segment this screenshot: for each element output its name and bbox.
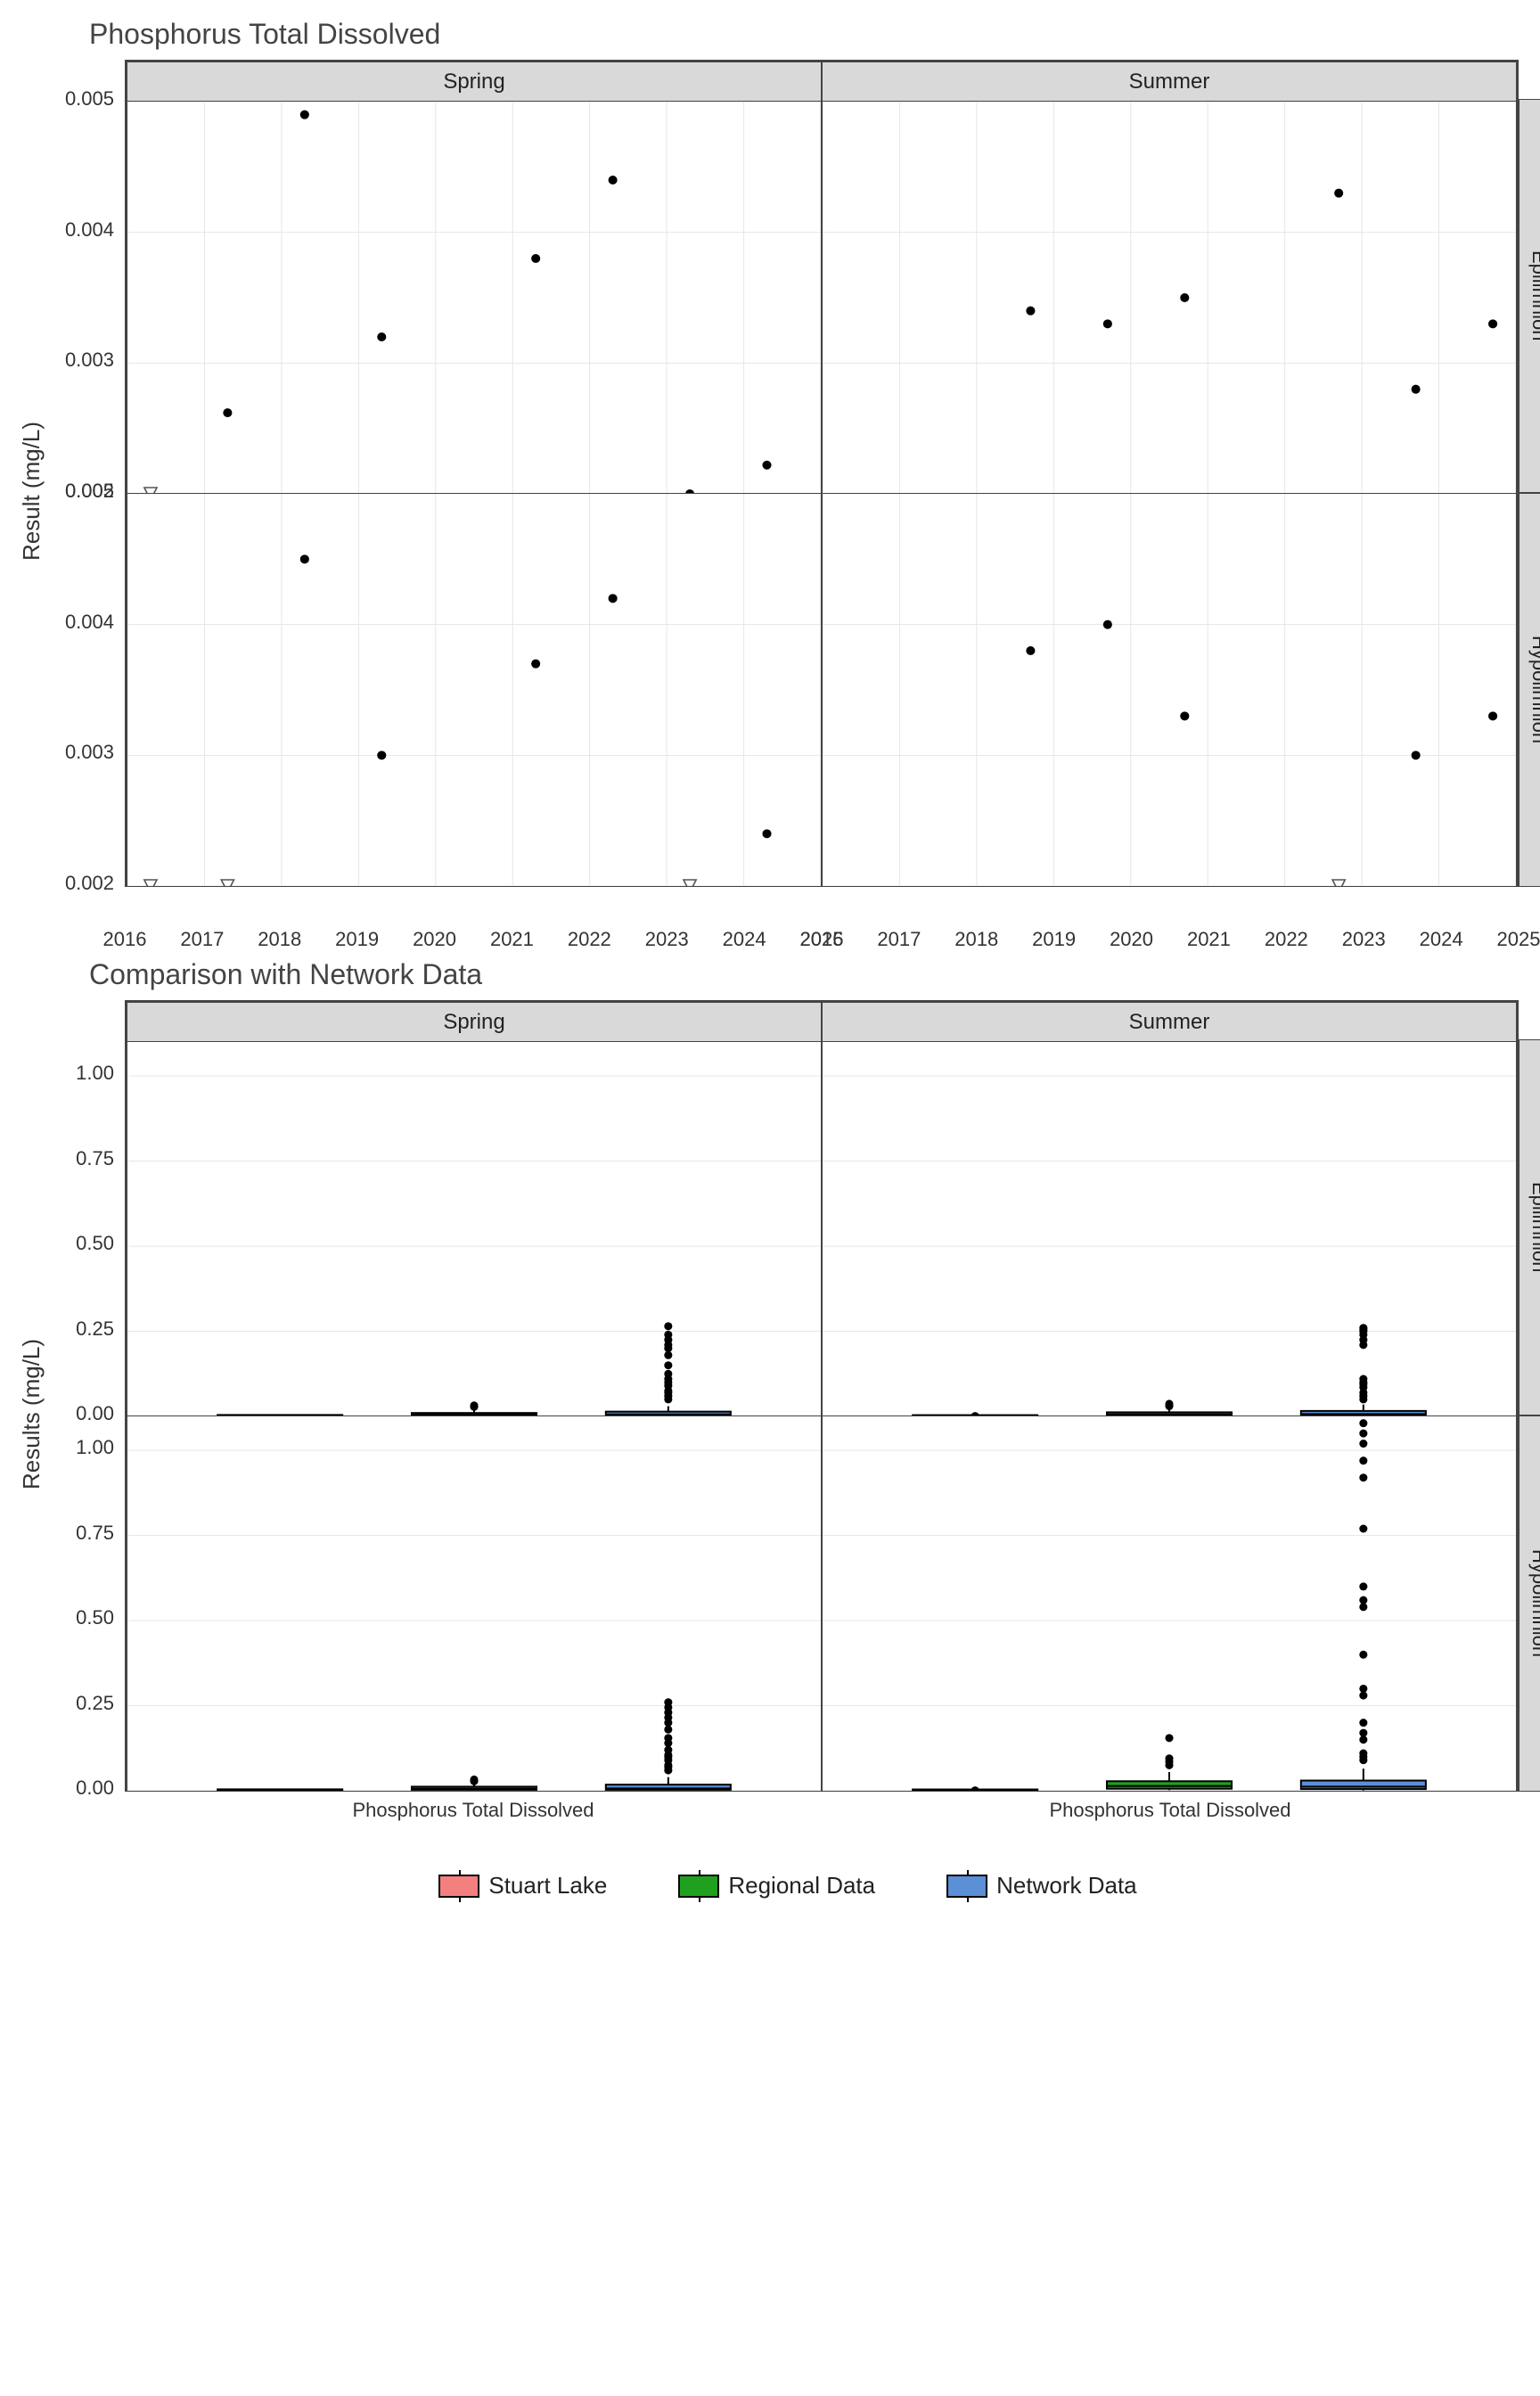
legend-label: Regional Data [728,1872,875,1900]
facet-row-epi: Epilimnion [1519,99,1540,493]
facet2-row-hypo: Hypolimnion [1519,1415,1540,1792]
panel-summer-epi [822,101,1517,495]
legend-item-stuart: Stuart Lake [438,1872,607,1900]
x-cat-label-l: Phosphorus Total Dissolved [352,1799,594,1822]
box-panel-spring-hypo [127,1415,822,1792]
panel-spring-epi [127,101,822,495]
legend-item-network: Network Data [946,1872,1137,1900]
chart-title-2: Comparison with Network Data [89,958,1540,991]
legend-swatch-icon [946,1875,987,1898]
legend-swatch-icon [438,1875,479,1898]
chart-title: Phosphorus Total Dissolved [89,18,1540,51]
facet2-col-spring: Spring [127,1002,822,1043]
chart-phosphorus-timeseries: Phosphorus Total Dissolved Result (mg/L)… [18,18,1540,923]
box-panel-spring-epi [127,1041,822,1417]
y-axis-label-2: Results (mg/L) [18,1000,53,1827]
legend-item-regional: Regional Data [678,1872,875,1900]
facet-col-spring: Spring [127,62,822,103]
box-panel-summer-epi [822,1041,1517,1417]
y-axis-label: Result (mg/L) [18,60,53,923]
panel-summer-hypo [822,493,1517,887]
facet-col-summer: Summer [822,62,1517,103]
panel-spring-hypo [127,493,822,887]
legend-label: Stuart Lake [488,1872,607,1900]
facet-row-hypo: Hypolimnion [1519,493,1540,887]
legend: Stuart Lake Regional Data Network Data [18,1872,1540,1900]
chart-network-comparison: Comparison with Network Data Results (mg… [18,958,1540,1827]
facet2-row-epi: Epilimnion [1519,1039,1540,1415]
legend-label: Network Data [996,1872,1137,1900]
facet2-col-summer: Summer [822,1002,1517,1043]
x-cat-label-r: Phosphorus Total Dissolved [1049,1799,1290,1822]
box-panel-summer-hypo [822,1415,1517,1792]
legend-swatch-icon [678,1875,719,1898]
